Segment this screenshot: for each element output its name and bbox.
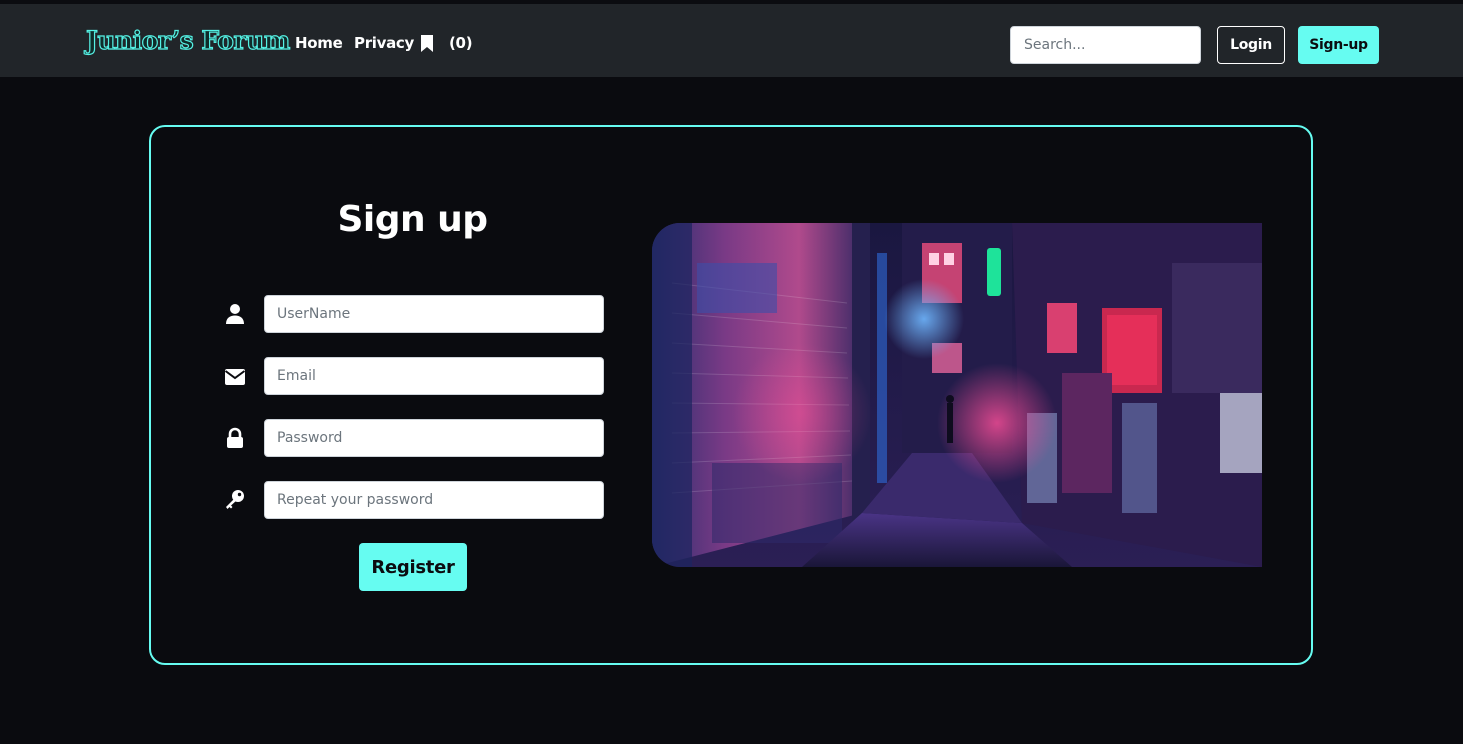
nav-link-home[interactable]: Home — [295, 32, 343, 54]
bookmark-icon[interactable] — [420, 35, 434, 52]
username-field[interactable] — [264, 295, 604, 333]
nav-link-privacy[interactable]: Privacy — [354, 32, 414, 54]
bookmark-count[interactable]: (0) — [449, 32, 473, 54]
key-icon — [226, 490, 244, 509]
email-field[interactable] — [264, 357, 604, 395]
envelope-icon — [224, 369, 246, 385]
register-button[interactable]: Register — [359, 543, 467, 591]
hero-image — [652, 223, 1262, 567]
search-input[interactable] — [1010, 26, 1201, 64]
brand-logo[interactable]: Junior’s Forum — [85, 25, 290, 56]
user-icon — [226, 304, 244, 324]
login-button[interactable]: Login — [1217, 26, 1285, 64]
repeat-password-field[interactable] — [264, 481, 604, 519]
lock-icon — [227, 427, 243, 448]
navbar: Junior’s Forum Home Privacy (0) Login Si… — [0, 4, 1463, 77]
page-title: Sign up — [337, 199, 488, 240]
neon-alley-illustration — [652, 223, 1262, 567]
signup-button[interactable]: Sign-up — [1298, 26, 1379, 64]
password-field[interactable] — [264, 419, 604, 457]
